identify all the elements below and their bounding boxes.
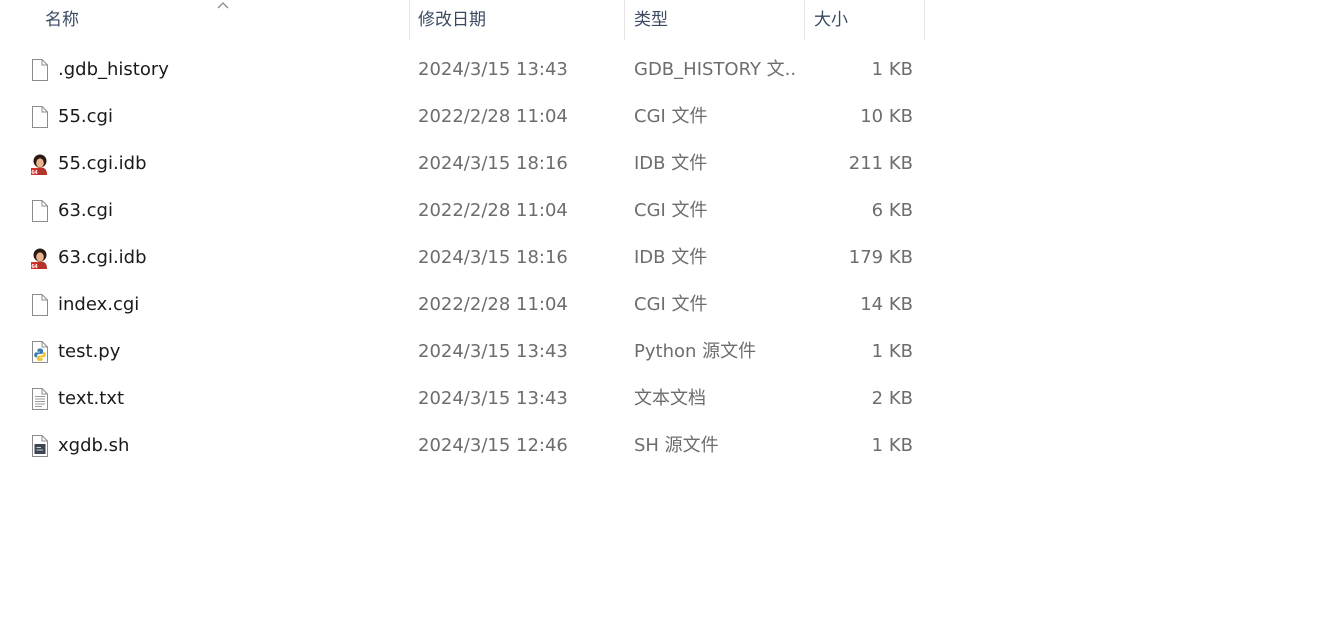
file-name: index.cgi: [58, 294, 140, 315]
file-row[interactable]: index.cgi 2022/2/28 11:04 CGI 文件 14 KB: [0, 282, 926, 329]
file-row[interactable]: 55.cgi 2022/2/28 11:04 CGI 文件 10 KB: [0, 94, 926, 141]
file-row[interactable]: xgdb.sh 2024/3/15 12:46 SH 源文件 1 KB: [0, 423, 926, 470]
text-file-icon: [28, 387, 52, 411]
file-size: 179 KB: [848, 247, 913, 268]
ida-database-icon: 64: [28, 152, 52, 176]
column-header-size[interactable]: 大小: [804, 0, 925, 40]
file-name: 63.cgi: [58, 200, 113, 221]
file-modified-date: 2024/3/15 13:43: [418, 341, 568, 362]
file-modified-date: 2022/2/28 11:04: [418, 200, 568, 221]
file-type: 文本文档: [634, 388, 706, 409]
column-header-name[interactable]: 名称: [0, 0, 409, 40]
blank-file-icon: [28, 58, 52, 82]
svg-text:64: 64: [31, 170, 38, 176]
column-header-bar: 名称 修改日期 类型 大小: [0, 0, 926, 40]
file-row[interactable]: text.txt 2024/3/15 13:43 文本文档 2 KB: [0, 376, 926, 423]
sort-ascending-icon: [217, 2, 229, 9]
file-row[interactable]: .gdb_history 2024/3/15 13:43 GDB_HISTORY 文…: [0, 47, 926, 94]
file-name: text.txt: [58, 388, 125, 409]
file-size: 2 KB: [871, 388, 913, 409]
file-type: CGI 文件: [634, 200, 708, 221]
file-modified-date: 2024/3/15 12:46: [418, 435, 568, 456]
file-row[interactable]: test.py 2024/3/15 13:43 Python 源文件 1 KB: [0, 329, 926, 376]
column-header-date[interactable]: 修改日期: [409, 0, 624, 40]
file-row[interactable]: 63.cgi 2022/2/28 11:04 CGI 文件 6 KB: [0, 188, 926, 235]
column-header-type[interactable]: 类型: [624, 0, 804, 40]
file-modified-date: 2024/3/15 13:43: [418, 388, 568, 409]
file-modified-date: 2022/2/28 11:04: [418, 294, 568, 315]
blank-file-icon: [28, 105, 52, 129]
file-name: test.py: [58, 341, 121, 362]
file-size: 6 KB: [871, 200, 913, 221]
file-type: IDB 文件: [634, 247, 708, 268]
file-list-view: 名称 修改日期 类型 大小 .gdb_history 2024/3/15 13:4…: [0, 0, 1335, 639]
svg-text:64: 64: [31, 264, 38, 270]
file-type: SH 源文件: [634, 435, 719, 456]
file-name: 63.cgi.idb: [58, 247, 147, 268]
file-type: Python 源文件: [634, 341, 757, 362]
blank-file-icon: [28, 199, 52, 223]
file-size: 1 KB: [871, 435, 913, 456]
file-modified-date: 2024/3/15 13:43: [418, 59, 568, 80]
file-row[interactable]: 64 55.cgi.idb 2024/3/15 18:16 IDB 文件 211 KB: [0, 141, 926, 188]
file-modified-date: 2024/3/15 18:16: [418, 247, 568, 268]
file-type: CGI 文件: [634, 106, 708, 127]
file-type: CGI 文件: [634, 294, 708, 315]
file-row[interactable]: 64 63.cgi.idb 2024/3/15 18:16 IDB 文件 179 KB: [0, 235, 926, 282]
file-size: 1 KB: [871, 59, 913, 80]
file-size: 1 KB: [871, 341, 913, 362]
file-name: .gdb_history: [58, 59, 169, 80]
file-type: IDB 文件: [634, 153, 708, 174]
file-name: 55.cgi.idb: [58, 153, 147, 174]
column-header-size-label: 大小: [814, 10, 848, 30]
column-header-date-label: 修改日期: [418, 10, 486, 30]
blank-file-icon: [28, 293, 52, 317]
shell-script-icon: [28, 434, 52, 458]
file-size: 14 KB: [860, 294, 913, 315]
column-header-name-label: 名称: [45, 10, 79, 30]
file-modified-date: 2024/3/15 18:16: [418, 153, 568, 174]
file-size: 211 KB: [848, 153, 913, 174]
file-size: 10 KB: [860, 106, 913, 127]
ida-database-icon: 64: [28, 246, 52, 270]
python-file-icon: [28, 340, 52, 364]
file-rows: .gdb_history 2024/3/15 13:43 GDB_HISTORY 文…: [0, 47, 926, 470]
file-type: GDB_HISTORY 文...: [634, 59, 796, 80]
file-modified-date: 2022/2/28 11:04: [418, 106, 568, 127]
column-header-type-label: 类型: [634, 10, 668, 30]
file-name: 55.cgi: [58, 106, 113, 127]
file-name: xgdb.sh: [58, 435, 130, 456]
